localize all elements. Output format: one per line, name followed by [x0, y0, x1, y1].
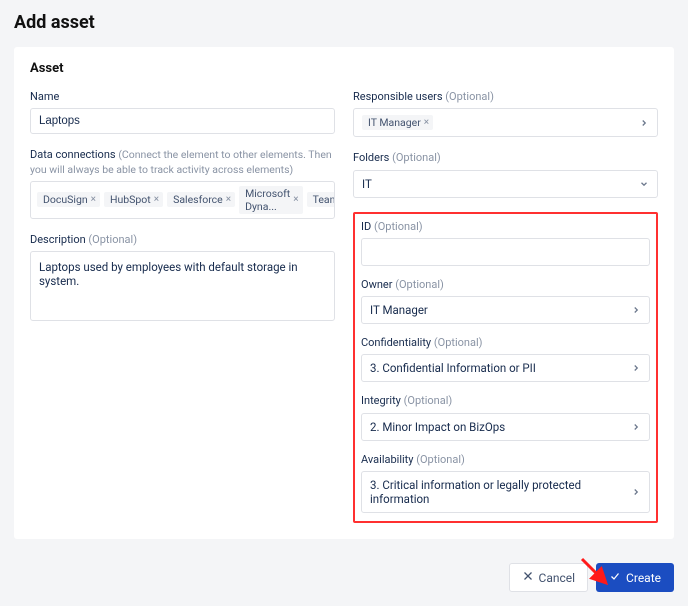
tag-it-manager[interactable]: IT Manager× — [362, 115, 433, 130]
integrity-value: 2. Minor Impact on BizOps — [370, 420, 505, 434]
integrity-select[interactable]: 2. Minor Impact on BizOps — [361, 413, 650, 441]
integrity-field: Integrity (Optional) 2. Minor Impact on … — [361, 394, 650, 440]
chevron-right-icon — [631, 422, 641, 432]
id-label-text: ID — [361, 220, 371, 233]
responsible-users-label: Responsible users (Optional) — [353, 90, 658, 104]
owner-select[interactable]: IT Manager — [361, 296, 650, 324]
optional-text: (Optional) — [374, 220, 423, 233]
data-connections-label-text: Data connections — [30, 148, 116, 161]
optional-text: (Optional) — [404, 394, 453, 407]
responsible-users-field: Responsible users (Optional) IT Manager× — [353, 90, 658, 137]
footer: Cancel Create — [14, 563, 674, 592]
folders-field: Folders (Optional) IT — [353, 151, 658, 197]
tag-label: HubSpot — [110, 193, 151, 206]
description-label-text: Description — [30, 233, 86, 246]
optional-text: (Optional) — [416, 453, 465, 466]
tag-teamtailor[interactable]: Teamtailor× — [307, 192, 335, 207]
availability-label-text: Availability — [361, 453, 413, 466]
tag-label: IT Manager — [368, 116, 421, 129]
chevron-right-icon — [631, 363, 641, 373]
create-label: Create — [626, 571, 661, 585]
optional-text: (Optional) — [392, 151, 441, 164]
chevron-right-icon — [631, 305, 641, 315]
tag-msdyn[interactable]: Microsoft Dyna...× — [239, 186, 303, 214]
description-field: Description (Optional) — [30, 233, 335, 324]
tag-docusign[interactable]: DocuSign× — [37, 192, 100, 207]
availability-label: Availability (Optional) — [361, 453, 650, 467]
tag-remove-icon[interactable]: × — [91, 195, 96, 205]
name-field: Name — [30, 90, 335, 134]
description-input[interactable] — [30, 251, 335, 321]
folders-label-text: Folders — [353, 151, 389, 164]
optional-text: (Optional) — [395, 278, 444, 291]
check-icon — [609, 570, 621, 585]
tag-hubspot[interactable]: HubSpot× — [104, 192, 163, 207]
create-button[interactable]: Create — [596, 563, 674, 592]
cancel-label: Cancel — [539, 571, 576, 585]
availability-value: 3. Critical information or legally prote… — [370, 478, 631, 506]
optional-text: (Optional) — [88, 233, 137, 246]
right-column: Responsible users (Optional) IT Manager×… — [353, 90, 658, 523]
asset-card: Asset Name Data connections (Connect the… — [14, 47, 674, 539]
chevron-down-icon — [639, 179, 649, 189]
owner-value: IT Manager — [370, 303, 428, 317]
integrity-label-text: Integrity — [361, 394, 401, 407]
folders-label: Folders (Optional) — [353, 151, 658, 165]
name-input[interactable] — [30, 108, 335, 134]
confidentiality-label-text: Confidentiality — [361, 336, 431, 349]
chevron-right-icon — [639, 118, 649, 128]
left-column: Name Data connections (Connect the eleme… — [30, 90, 335, 523]
highlighted-section: ID (Optional) Owner (Optional) IT Manage… — [353, 212, 658, 523]
responsible-users-label-text: Responsible users — [353, 90, 443, 103]
owner-field: Owner (Optional) IT Manager — [361, 278, 650, 324]
description-label: Description (Optional) — [30, 233, 335, 247]
owner-label-text: Owner — [361, 278, 392, 291]
page-title: Add asset — [14, 12, 674, 33]
id-input[interactable] — [361, 238, 650, 266]
tag-remove-icon[interactable]: × — [226, 195, 231, 205]
tag-remove-icon[interactable]: × — [424, 118, 429, 128]
cancel-button[interactable]: Cancel — [509, 563, 589, 592]
responsible-users-select[interactable]: IT Manager× — [353, 108, 658, 137]
chevron-right-icon — [631, 487, 641, 497]
tag-label: DocuSign — [43, 193, 88, 206]
name-label: Name — [30, 90, 335, 104]
confidentiality-label: Confidentiality (Optional) — [361, 336, 650, 350]
tag-label: Microsoft Dyna... — [245, 187, 290, 213]
owner-label: Owner (Optional) — [361, 278, 650, 292]
availability-select[interactable]: 3. Critical information or legally prote… — [361, 471, 650, 513]
optional-text: (Optional) — [445, 90, 494, 103]
close-icon — [522, 570, 534, 585]
integrity-label: Integrity (Optional) — [361, 394, 650, 408]
tag-salesforce[interactable]: Salesforce× — [167, 192, 235, 207]
confidentiality-select[interactable]: 3. Confidential Information or PII — [361, 354, 650, 382]
id-field: ID (Optional) — [361, 220, 650, 266]
tag-remove-icon[interactable]: × — [154, 195, 159, 205]
confidentiality-value: 3. Confidential Information or PII — [370, 361, 536, 375]
folders-value: IT — [362, 177, 372, 191]
availability-field: Availability (Optional) 3. Critical info… — [361, 453, 650, 513]
confidentiality-field: Confidentiality (Optional) 3. Confidenti… — [361, 336, 650, 382]
folders-select[interactable]: IT — [353, 170, 658, 198]
data-connections-field: Data connections (Connect the element to… — [30, 148, 335, 219]
id-label: ID (Optional) — [361, 220, 650, 234]
tag-remove-icon[interactable]: × — [293, 195, 298, 205]
tag-label: Teamtailor — [313, 193, 335, 206]
data-connections-label: Data connections (Connect the element to… — [30, 148, 335, 177]
data-connections-input[interactable]: DocuSign× HubSpot× Salesforce× Microsoft… — [30, 181, 335, 219]
tag-label: Salesforce — [173, 193, 223, 206]
optional-text: (Optional) — [434, 336, 483, 349]
card-title: Asset — [30, 61, 658, 76]
